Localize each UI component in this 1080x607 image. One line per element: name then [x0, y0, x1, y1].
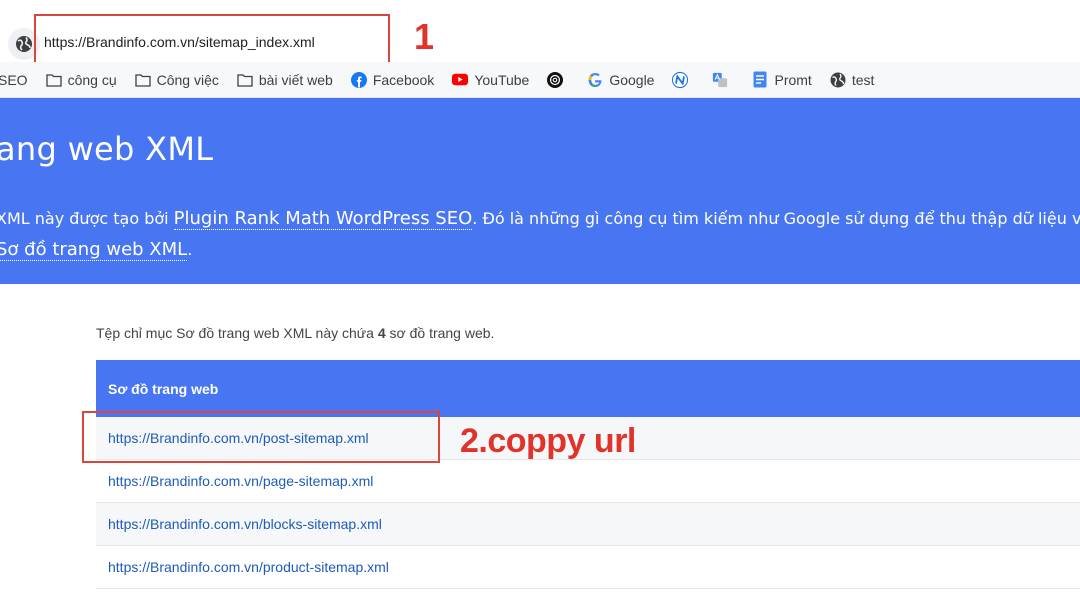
sitemap-link[interactable]: https://Brandinfo.com.vn/product-sitemap… — [108, 559, 389, 575]
n-icon — [672, 71, 689, 88]
table-row: https://Brandinfo.com.vn/blocks-sitemap.… — [96, 503, 1080, 546]
bookmark-youtube[interactable]: YouTube — [452, 72, 529, 88]
sitemap-count: 4 — [377, 325, 386, 341]
bookmark-n[interactable] — [672, 71, 694, 88]
sitemap-link[interactable]: https://Brandinfo.com.vn/page-sitemap.xm… — [108, 473, 373, 489]
bookmark-cong-viec[interactable]: Công việc — [134, 71, 219, 88]
bookmark-google[interactable]: Google — [587, 72, 654, 88]
bookmark-label: test — [851, 71, 875, 88]
annotation-box-post-sitemap — [82, 411, 440, 463]
page-header: ang web XML XML này được tạo bởi Plugin … — [0, 98, 1080, 284]
intro-text: Tệp chỉ mục Sơ đồ trang web XML này chứa — [96, 325, 378, 341]
bookmark-label: công cụ — [67, 71, 117, 88]
bookmark-test[interactable]: test — [830, 71, 875, 88]
bookmark-label: Promt — [774, 71, 812, 88]
globe-icon — [16, 36, 32, 52]
bookmark-facebook[interactable]: Facebook — [350, 71, 435, 88]
bookmark-openai[interactable] — [547, 71, 569, 88]
header-description-2: Sơ đồ trang web XML. — [0, 239, 193, 261]
header-description: XML này được tạo bởi Plugin Rank Math Wo… — [0, 208, 1080, 230]
bookmark-label: Công việc — [156, 71, 219, 88]
google-icon — [587, 72, 603, 88]
bookmark-bai-viet-web[interactable]: bài viết web — [237, 72, 333, 88]
bookmarks-bar: SEO công cụ Công việc bài viết web Faceb… — [0, 62, 1080, 98]
bookmark-label: SEO — [0, 71, 28, 88]
folder-icon — [45, 72, 62, 88]
table-row: https://Brandinfo.com.vn/page-sitemap.xm… — [96, 460, 1080, 503]
folder-icon — [134, 72, 151, 88]
page-title: ang web XML — [0, 130, 214, 168]
youtube-icon — [452, 72, 469, 88]
openai-icon — [547, 71, 564, 88]
description-text: XML này được tạo bởi — [0, 209, 174, 228]
bookmark-cong-cu[interactable]: công cụ — [45, 71, 117, 88]
bookmark-label: Google — [609, 71, 655, 88]
bookmark-promt[interactable]: Promt — [752, 71, 812, 88]
table-row: https://Brandinfo.com.vn/product-sitemap… — [96, 546, 1080, 589]
bookmark-label: bài viết web — [258, 71, 333, 88]
rank-math-link[interactable]: Plugin Rank Math WordPress SEO — [173, 208, 473, 230]
bookmark-label: Facebook — [372, 71, 435, 88]
intro-text: sơ đồ trang web. — [385, 325, 495, 341]
description-text: . — [187, 240, 193, 259]
translate-icon — [712, 72, 728, 88]
doc-icon — [752, 71, 768, 88]
sitemap-table: Sơ đồ trang web https://Brandinfo.com.vn… — [96, 360, 1080, 589]
sitemap-link[interactable]: https://Brandinfo.com.vn/blocks-sitemap.… — [108, 516, 382, 532]
folder-icon — [237, 72, 253, 88]
bookmark-translate[interactable] — [712, 72, 734, 88]
table-header: Sơ đồ trang web — [96, 360, 1080, 417]
sitemap-intro: Tệp chỉ mục Sơ đồ trang web XML này chứa… — [96, 325, 494, 341]
facebook-icon — [350, 71, 367, 88]
annotation-box-url — [34, 14, 390, 66]
description-text: . Đó là những gì công cụ tìm kiếm như Go… — [472, 209, 1080, 228]
annotation-step-1: 1 — [414, 16, 435, 57]
bookmark-seo[interactable]: SEO — [0, 72, 28, 88]
globe-icon — [830, 72, 846, 88]
sitemap-info-link[interactable]: Sơ đồ trang web XML — [0, 239, 188, 261]
annotation-step-2: 2.coppy url — [460, 422, 636, 460]
bookmark-label: YouTube — [474, 71, 530, 88]
